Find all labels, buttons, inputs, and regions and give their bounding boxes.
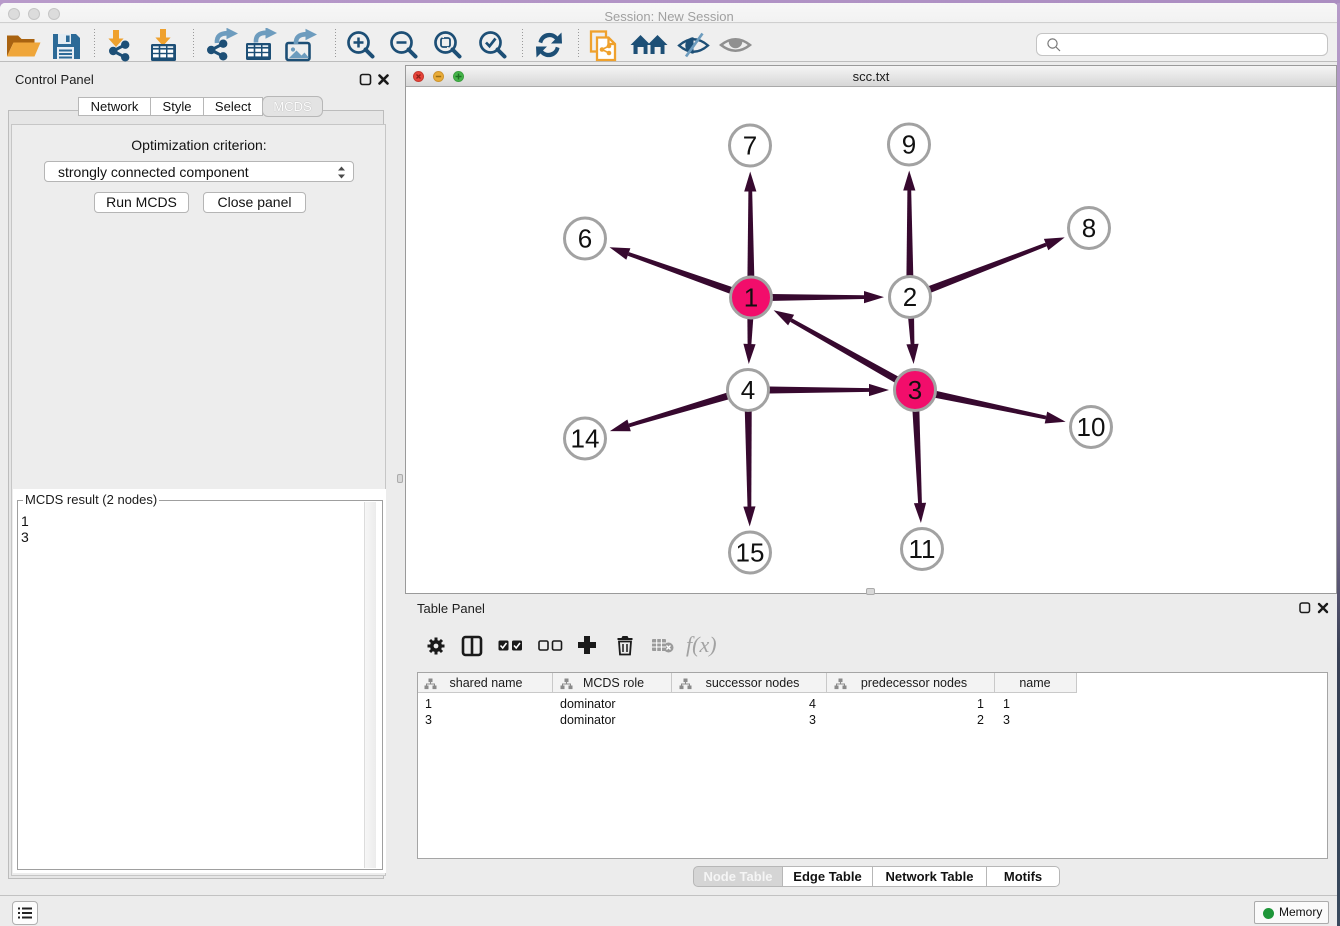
svg-text:14: 14 [571, 424, 600, 454]
svg-text:1: 1 [744, 283, 758, 313]
svg-text:3: 3 [908, 375, 922, 405]
svg-text:8: 8 [1082, 213, 1096, 243]
svg-text:2: 2 [903, 282, 917, 312]
svg-text:7: 7 [743, 131, 757, 161]
svg-text:9: 9 [902, 130, 916, 160]
svg-text:6: 6 [578, 224, 592, 254]
svg-text:10: 10 [1077, 412, 1106, 442]
svg-text:11: 11 [909, 534, 936, 564]
svg-text:4: 4 [741, 375, 755, 405]
svg-text:15: 15 [736, 538, 765, 568]
